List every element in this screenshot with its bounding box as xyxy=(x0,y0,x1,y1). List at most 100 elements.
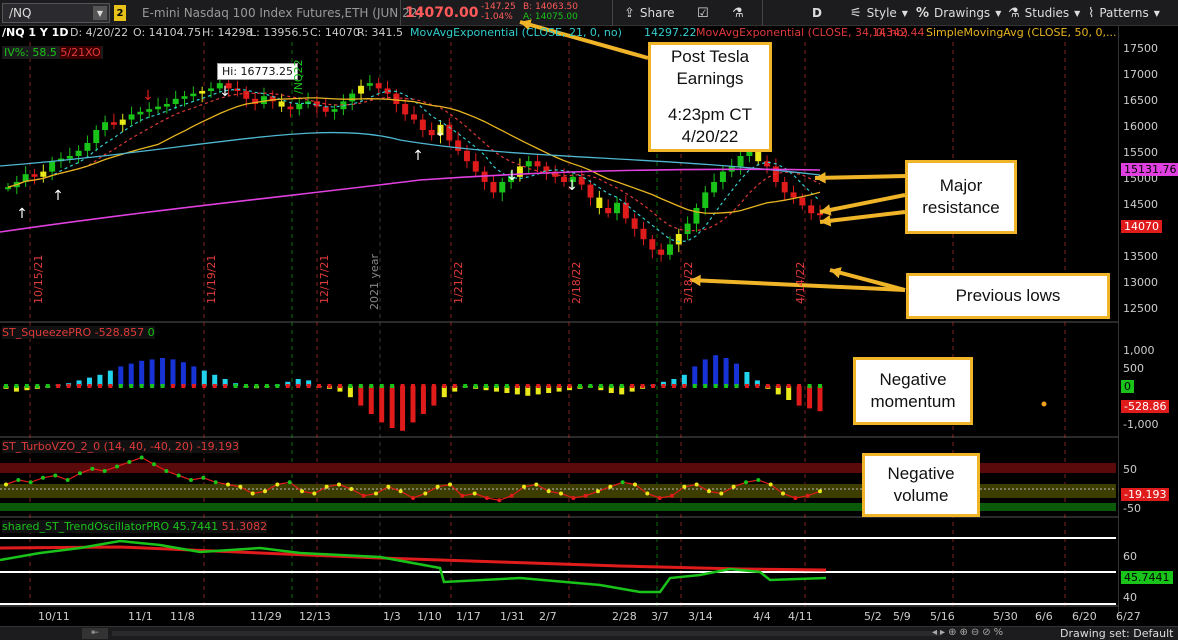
squeeze-bar xyxy=(160,358,166,386)
time-tick: 5/9 xyxy=(893,610,911,623)
candle-body xyxy=(455,140,462,151)
squeeze-bar xyxy=(389,386,395,428)
candle-body xyxy=(419,119,426,130)
negative-momentum-callout: Negative momentum xyxy=(853,357,973,425)
time-tick: 6/20 xyxy=(1072,610,1097,623)
turbo-dot xyxy=(398,489,403,494)
squeeze-zero-tag: 0 xyxy=(1121,380,1134,393)
candle-body xyxy=(287,106,294,110)
candle-body xyxy=(119,119,126,125)
header-close: C: 14070 xyxy=(310,26,360,39)
squeeze-bar xyxy=(118,366,124,386)
horizontal-scrollbar[interactable] xyxy=(112,631,942,636)
turbo-dot xyxy=(731,484,736,489)
chevron-down-icon: ▼ xyxy=(1153,8,1160,18)
price-tick: 17500 xyxy=(1123,42,1158,55)
turbo-dot xyxy=(374,491,378,496)
turbo-tick: 50 xyxy=(1123,463,1137,476)
tesla-earnings-callout: Post Tesla Earnings 4:23pm CT 4/20/22 xyxy=(648,42,772,152)
zoom-reset-icon[interactable]: ⊘ xyxy=(982,627,993,638)
squeeze-bar xyxy=(191,366,197,386)
squeeze-zero: 0 xyxy=(147,326,155,339)
scroll-left-button[interactable]: ⇤ xyxy=(82,628,108,639)
turbo-tick: -50 xyxy=(1123,502,1141,515)
price-axis[interactable]: 17500 17000 16500 16000 15500 15000 1450… xyxy=(1118,26,1178,614)
drawing-set-label[interactable]: Drawing set: Default xyxy=(1060,627,1173,640)
squeeze-bar xyxy=(420,386,426,414)
squeeze-dot xyxy=(87,384,92,388)
squeeze-dot xyxy=(244,384,249,388)
squeeze-dot xyxy=(14,384,19,388)
squeeze-dot xyxy=(411,384,415,388)
turbo-tag: -19.193 xyxy=(1121,488,1170,501)
callout-line: Earnings xyxy=(676,69,744,88)
chart-title: /NQ 1 Y 1D xyxy=(2,26,69,39)
turbo-dot xyxy=(238,484,243,489)
callout-line: 4:23pm CT xyxy=(667,105,753,124)
candle-body xyxy=(5,187,11,190)
turbo-dot xyxy=(300,489,304,494)
squeeze-dot xyxy=(776,384,781,388)
squeeze-dot xyxy=(661,384,666,388)
vertical-date-label: 2021 year xyxy=(368,253,381,310)
candle-body xyxy=(534,161,541,167)
turbo-dot xyxy=(16,478,21,482)
candle-body xyxy=(93,130,100,143)
squeeze-bar xyxy=(107,370,113,386)
time-tick: 1/10 xyxy=(417,610,442,623)
squeeze-bar xyxy=(431,386,437,406)
squeeze-dot xyxy=(452,384,457,388)
trend-red-line xyxy=(0,545,827,572)
candle-body xyxy=(155,106,162,110)
time-tick: 11/29 xyxy=(250,610,282,623)
squeeze-dot xyxy=(484,384,489,388)
squeeze-dot xyxy=(797,384,802,388)
time-axis[interactable]: 10/11 11/1 11/8 11/29 12/13 1/3 1/10 1/1… xyxy=(0,608,1178,628)
callout-arrow xyxy=(814,174,906,180)
squeeze-dot xyxy=(317,384,322,388)
candle-body xyxy=(463,150,470,162)
squeeze-dot xyxy=(369,384,374,388)
vertical-date-label: 12/17/21 xyxy=(318,254,331,304)
squeeze-dot xyxy=(598,384,603,388)
time-tick: 5/30 xyxy=(993,610,1018,623)
turbo-dot xyxy=(571,496,576,500)
scroll-right-icon[interactable]: ▸ xyxy=(940,627,948,638)
percent-icon[interactable]: % xyxy=(994,627,1007,638)
zoom-in-icon[interactable]: ⊕ xyxy=(959,627,970,638)
turbo-dot xyxy=(497,498,502,503)
candle-body xyxy=(84,143,91,151)
sma50-label: SimpleMovingAvg (CLOSE, 50, 0,... xyxy=(926,26,1117,39)
turbo-dot xyxy=(608,484,613,489)
sell-signal-icon: ↓ xyxy=(566,178,578,194)
negative-volume-callout: Negative volume xyxy=(862,453,980,517)
turbo-dot xyxy=(509,493,514,498)
squeeze-dot xyxy=(630,384,635,388)
callout-line: 4/20/22 xyxy=(681,127,739,146)
squeeze-dot xyxy=(358,384,363,388)
callout-line: Negative xyxy=(879,370,947,389)
crosshair-icon[interactable]: ⊕ xyxy=(948,627,959,638)
scroll-left-icon[interactable]: ◂ xyxy=(932,627,940,638)
turbo-dot xyxy=(115,464,119,469)
turbo-dot xyxy=(744,480,748,485)
vertical-date-label: 10/15/21 xyxy=(32,254,45,304)
squeeze-dot xyxy=(609,384,614,388)
zoom-out-icon[interactable]: ⊖ xyxy=(971,627,982,638)
price-tick: 13500 xyxy=(1123,250,1158,263)
vertical-date-label: 1/21/22 xyxy=(452,261,465,304)
turbo-dot xyxy=(275,482,280,487)
candle-body xyxy=(702,192,709,208)
squeeze-dot xyxy=(24,384,29,388)
turbo-dot xyxy=(287,480,292,485)
turbo-dot xyxy=(423,491,428,496)
turbo-dot xyxy=(768,482,773,487)
squeeze-tick: 500 xyxy=(1123,362,1144,375)
turbo-dot xyxy=(472,491,477,496)
zoom-controls[interactable]: ◂▸⊕⊕⊖⊘% xyxy=(932,627,1006,638)
squeeze-dot xyxy=(588,384,593,388)
sell-signal-icon: ↓ xyxy=(506,168,518,184)
time-tick: 12/13 xyxy=(299,610,331,623)
header-low: L: 13956.5 xyxy=(250,26,309,39)
squeeze-bar xyxy=(734,363,740,386)
